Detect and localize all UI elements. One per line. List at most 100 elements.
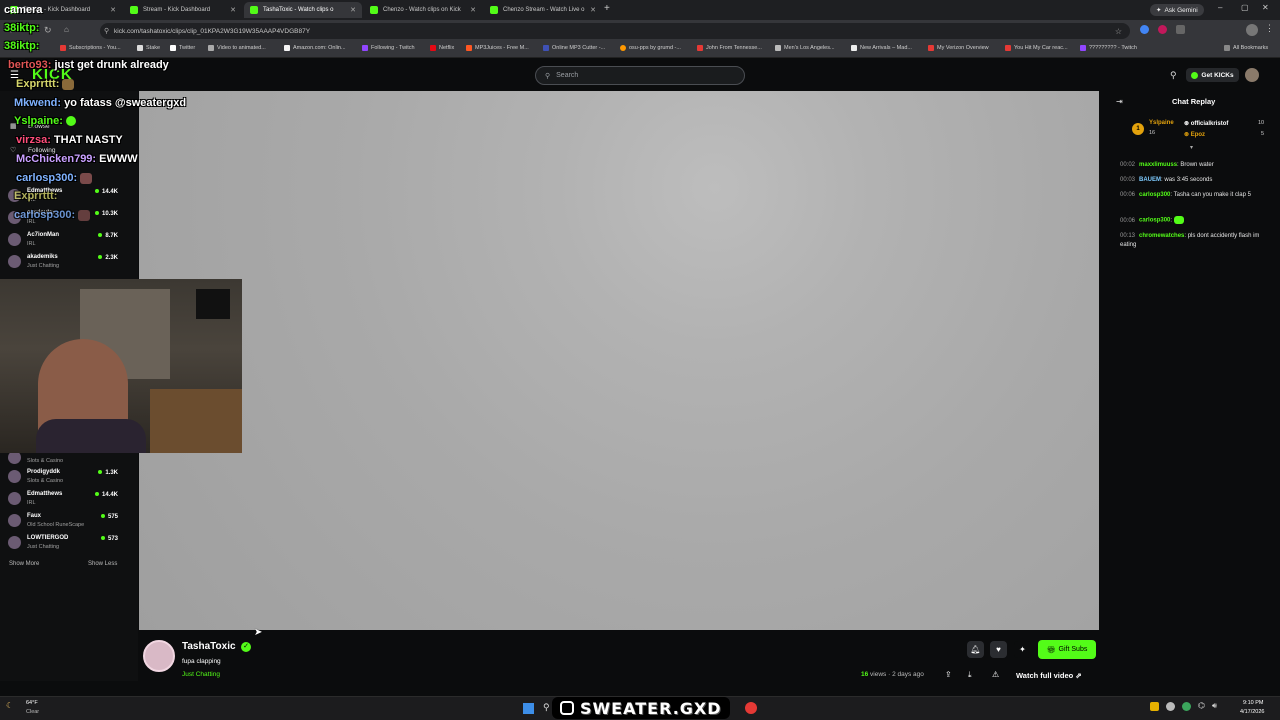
browser-tab[interactable]: Chenzo - Watch clips on Kick ✕ (364, 2, 482, 18)
x-twitter-icon (170, 45, 176, 51)
channel-name: Faux (27, 513, 42, 519)
windows-start-icon[interactable] (523, 703, 534, 714)
bookmark-item[interactable]: Online MP3 Cutter -... (543, 45, 605, 51)
expand-chevron-icon[interactable]: ▾ (1190, 144, 1193, 151)
bookmark-item[interactable]: Netflix (430, 45, 454, 51)
streamer-name[interactable]: TashaToxic (182, 641, 236, 652)
new-tab-icon[interactable]: + (604, 3, 610, 14)
close-tab-icon[interactable]: ✕ (230, 6, 236, 14)
gifter-badge-icon: ⊛ (1184, 132, 1191, 138)
taskbar-app-icon[interactable] (745, 702, 757, 714)
browser-tab-active[interactable]: TashaToxic - Watch clips o ✕ (244, 2, 362, 18)
tray-icon[interactable] (1182, 702, 1191, 711)
reload-icon[interactable]: ↻ (44, 25, 52, 36)
close-window-icon[interactable]: ✕ (1262, 3, 1269, 12)
bookmark-item[interactable]: ????????? - Twitch (1080, 45, 1137, 51)
channel-category: Just Chatting (27, 263, 60, 269)
network-icon[interactable]: ⌬ (1198, 701, 1205, 710)
report-icon[interactable]: ⚠ (992, 670, 999, 679)
overlay-chat-line: Yslpaine: (14, 115, 76, 127)
sidebar-channel[interactable]: Ac7ionMan IRL 8.7K (6, 231, 132, 251)
share-icon[interactable]: ⇪ (945, 670, 952, 679)
browser-tab[interactable]: Chenzo Stream - Watch Live o ✕ (484, 2, 602, 18)
message-user[interactable]: BAUEM (1139, 177, 1161, 183)
minimize-icon[interactable]: – (1218, 3, 1222, 12)
extension-icon[interactable] (1158, 25, 1167, 34)
get-kicks-button[interactable]: Get KICKs (1186, 68, 1239, 82)
weather-temp[interactable]: 64°F (26, 700, 38, 706)
bookmark-label: MP3Juices - Free M... (475, 45, 529, 51)
clip-category-link[interactable]: Just Chatting (182, 671, 220, 678)
search-icon[interactable]: ⚲ (1170, 70, 1177, 81)
page-icon (208, 45, 214, 51)
bookmark-item[interactable]: Men's Los Angeles... (775, 45, 835, 51)
watch-full-video-link[interactable]: Watch full video ⇗ (1016, 671, 1082, 680)
overlay-chat-line: McChicken799: EWWW (16, 153, 138, 165)
bookmark-item[interactable]: osu-pps by grumd -... (620, 45, 681, 51)
close-tab-icon[interactable]: ✕ (110, 6, 116, 14)
site-info-icon[interactable]: ⚲ (104, 27, 109, 35)
extension-icon[interactable] (1140, 25, 1149, 34)
address-bar[interactable]: ⚲ kick.com/tashatoxic/clips/clip_01KPA2W… (100, 23, 1130, 39)
volume-icon[interactable]: 🔊︎ (1212, 701, 1217, 711)
top-gifter-name[interactable]: Yslpaine (1149, 120, 1174, 126)
clock-time[interactable]: 9:10 PM (1243, 700, 1263, 706)
menu-kebab-icon[interactable]: ⋮ (1265, 23, 1274, 34)
close-tab-icon[interactable]: ✕ (350, 6, 356, 14)
download-icon[interactable]: ⤓ (968, 670, 972, 680)
gifter-entry[interactable]: ⊛ officialkristof (1184, 120, 1228, 127)
bookmark-item[interactable]: Subscriptions - You... (60, 45, 121, 51)
instagram-icon (560, 701, 574, 715)
bookmark-item[interactable]: My Verizon Overview (928, 45, 989, 51)
close-tab-icon[interactable]: ✕ (590, 6, 596, 14)
bookmark-item[interactable]: Video to animated... (208, 45, 266, 51)
notification-bell-button[interactable]: 🔔︎ (967, 641, 984, 658)
tray-icon[interactable] (1166, 702, 1175, 711)
gifter-entry[interactable]: ⊛ Epoz (1184, 131, 1205, 138)
bookmark-item[interactable]: New Arrivals – Mad... (851, 45, 912, 51)
sidebar-channel[interactable]: Faux Old School RuneScape 575 (6, 512, 132, 532)
message-user[interactable]: chromewatches (1139, 233, 1184, 239)
sidebar-channel[interactable]: LOWTIERGOD Just Chatting 573 (6, 534, 132, 554)
ask-gemini-button[interactable]: ✦ Ask Gemini (1150, 4, 1204, 16)
show-more-button[interactable]: Show More (9, 561, 39, 567)
follow-button[interactable]: ♥ (990, 641, 1007, 658)
streamer-avatar[interactable] (143, 640, 175, 672)
message-user[interactable]: carlosp300 (1139, 218, 1170, 224)
bookmark-item[interactable]: Amazon.com: Onlin... (284, 45, 346, 51)
bookmark-star-icon[interactable]: ☆ (1115, 27, 1122, 36)
extensions-puzzle-icon[interactable] (1176, 25, 1185, 34)
bookmark-label: Online MP3 Cutter -... (552, 45, 606, 51)
all-bookmarks-button[interactable]: All Bookmarks (1224, 45, 1268, 51)
gift-subs-button[interactable]: 🎁︎ Gift Subs (1038, 640, 1096, 659)
bookmark-item[interactable]: Twitter (170, 45, 195, 51)
live-dot-icon (98, 255, 103, 260)
sidebar-channel[interactable]: Prodigyddk Slots & Casino 1.3K (6, 468, 132, 488)
tray-icon[interactable] (1150, 702, 1159, 711)
close-tab-icon[interactable]: ✕ (470, 6, 476, 14)
bookmark-item[interactable]: John From Tennesse... (697, 45, 762, 51)
sidebar-channel[interactable]: Edmatthews IRL 14.4K (6, 490, 132, 510)
bookmark-item[interactable]: Following - Twitch (362, 45, 415, 51)
home-icon[interactable]: ⌂ (64, 25, 69, 34)
profile-avatar[interactable] (1246, 24, 1258, 36)
video-player[interactable] (139, 91, 1099, 630)
message-user[interactable]: maxxlimuuss (1139, 162, 1177, 168)
collapse-chat-icon[interactable]: ⇥ (1116, 97, 1123, 106)
browser-tab[interactable]: Stream - Kick Dashboard ✕ (124, 2, 242, 18)
message-user[interactable]: carlosp300 (1139, 192, 1170, 198)
bell-icon: 🔔︎ (970, 645, 981, 654)
sparkle-button[interactable]: ✦ (1014, 641, 1031, 658)
kick-favicon-icon (370, 6, 378, 14)
search-input[interactable]: ⚲ Search (535, 66, 745, 85)
bookmark-item[interactable]: You Hit My Car reac... (1005, 45, 1068, 51)
show-less-button[interactable]: Show Less (88, 561, 117, 567)
mouse-cursor-icon: ➤ (254, 627, 263, 638)
bookmark-item[interactable]: MP3Juices - Free M... (466, 45, 529, 51)
user-avatar[interactable] (1245, 68, 1259, 82)
bookmark-label: New Arrivals – Mad... (860, 45, 912, 51)
sidebar-channel[interactable]: akademiks Just Chatting 2.3K (6, 253, 132, 273)
bookmark-item[interactable]: Stake (137, 45, 160, 51)
taskbar-search-icon[interactable]: ⚲ (543, 702, 550, 713)
maximize-icon[interactable]: ▢ (1241, 3, 1249, 12)
